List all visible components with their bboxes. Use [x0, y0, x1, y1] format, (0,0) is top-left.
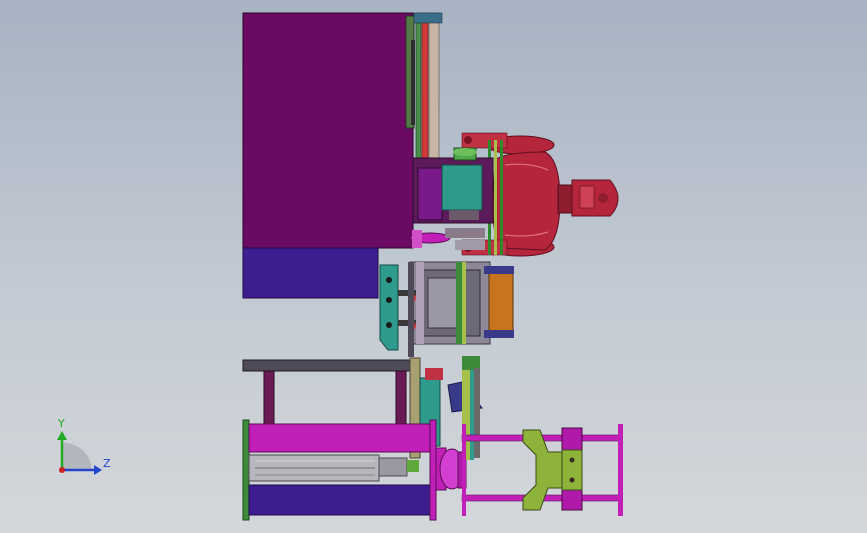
bolt: [386, 297, 392, 303]
z-axis-label: Z: [103, 457, 111, 470]
teal-block[interactable]: [441, 164, 483, 211]
purple-beam[interactable]: [248, 484, 432, 516]
bolt: [386, 277, 392, 283]
vertical-rails: [413, 12, 443, 164]
center-mechanism[interactable]: [409, 147, 494, 250]
machine-body-upper[interactable]: [242, 12, 414, 249]
table-top[interactable]: [242, 359, 412, 372]
orange-mold-plate[interactable]: [488, 269, 514, 333]
green-bracket[interactable]: [379, 262, 416, 357]
gripper-fixture[interactable]: [461, 424, 623, 516]
bolt: [569, 457, 575, 463]
triad-xy-plane: [62, 442, 92, 470]
magenta-beam[interactable]: [248, 423, 432, 453]
machine-side-strip: [411, 40, 415, 125]
table-leg-right: [395, 370, 407, 427]
robot-head[interactable]: [571, 179, 619, 217]
cylinder-assembly[interactable]: [242, 419, 467, 521]
cad-viewport[interactable]: Y Z: [0, 0, 867, 533]
left-end-plate: [242, 419, 250, 521]
table-leg-left: [263, 370, 275, 427]
machine-housing[interactable]: [242, 12, 415, 299]
bolt: [569, 477, 575, 483]
robot-neck: [557, 184, 573, 214]
coordinate-triad: Y Z: [57, 417, 111, 475]
center-magenta-block: [417, 167, 443, 221]
machine-body-lower[interactable]: [242, 247, 379, 299]
mold-assembly[interactable]: [409, 261, 514, 345]
x-axis-origin: [59, 467, 65, 473]
y-axis-label: Y: [57, 417, 65, 430]
right-end-plate: [429, 419, 437, 521]
bolt: [386, 322, 392, 328]
